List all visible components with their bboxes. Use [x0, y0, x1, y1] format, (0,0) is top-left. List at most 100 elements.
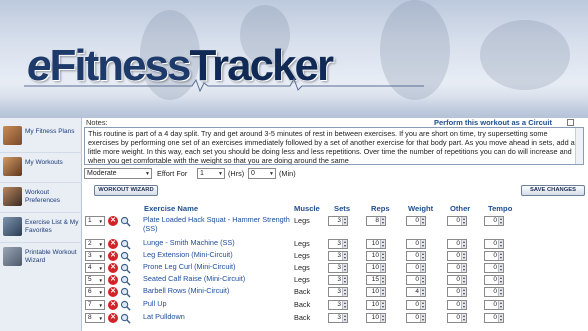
tempo-stepper[interactable]: 0 ▲ ▼: [484, 263, 504, 273]
magnifier-icon[interactable]: [120, 287, 131, 298]
other-stepper[interactable]: 0 ▲ ▼: [447, 263, 467, 273]
notes-scrollbar[interactable]: [575, 128, 583, 164]
other-stepper[interactable]: 0 ▲ ▼: [447, 300, 467, 310]
weight-stepper[interactable]: 0 ▲ ▼: [406, 251, 426, 261]
order-select[interactable]: 4 ▼: [85, 263, 105, 273]
notes-textarea[interactable]: This routine is part of a 4 day split. T…: [84, 127, 584, 165]
hours-select[interactable]: 1 ▼: [197, 168, 225, 179]
spinner-arrows-icon[interactable]: ▲ ▼: [420, 276, 425, 284]
exercise-name-link[interactable]: Prone Leg Curl (Mini-Circuit): [143, 262, 293, 272]
reps-stepper[interactable]: 10 ▲ ▼: [366, 263, 386, 273]
spinner-arrows-icon[interactable]: ▲ ▼: [342, 314, 347, 322]
spinner-arrows-icon[interactable]: ▲ ▼: [461, 264, 466, 272]
sets-stepper[interactable]: 3 ▲ ▼: [328, 287, 348, 297]
spinner-arrows-icon[interactable]: ▲ ▼: [461, 314, 466, 322]
tempo-stepper[interactable]: 0 ▲ ▼: [484, 251, 504, 261]
reps-stepper[interactable]: 10 ▲ ▼: [366, 287, 386, 297]
reps-stepper[interactable]: 10 ▲ ▼: [366, 251, 386, 261]
spinner-arrows-icon[interactable]: ▲ ▼: [342, 240, 347, 248]
spinner-arrows-icon[interactable]: ▲ ▼: [420, 314, 425, 322]
spinner-arrows-icon[interactable]: ▲ ▼: [420, 288, 425, 296]
spinner-arrows-icon[interactable]: ▲ ▼: [380, 276, 385, 284]
reps-stepper[interactable]: 10 ▲ ▼: [366, 239, 386, 249]
spinner-arrows-icon[interactable]: ▲ ▼: [342, 264, 347, 272]
delete-icon[interactable]: ✕: [108, 275, 118, 285]
reps-stepper[interactable]: 10 ▲ ▼: [366, 300, 386, 310]
spinner-arrows-icon[interactable]: ▲ ▼: [380, 301, 385, 309]
spinner-arrows-icon[interactable]: ▲ ▼: [461, 217, 466, 225]
sidebar-item-printable-wizard[interactable]: Printable Workout Wizard: [0, 242, 82, 272]
spinner-arrows-icon[interactable]: ▲ ▼: [342, 217, 347, 225]
delete-icon[interactable]: ✕: [108, 216, 118, 226]
weight-stepper[interactable]: 0 ▲ ▼: [406, 263, 426, 273]
weight-stepper[interactable]: 4 ▲ ▼: [406, 287, 426, 297]
spinner-arrows-icon[interactable]: ▲ ▼: [498, 288, 503, 296]
spinner-arrows-icon[interactable]: ▲ ▼: [420, 252, 425, 260]
weight-stepper[interactable]: 0 ▲ ▼: [406, 216, 426, 226]
spinner-arrows-icon[interactable]: ▲ ▼: [498, 264, 503, 272]
exercise-name-link[interactable]: Lat Pulldown: [143, 312, 293, 322]
sets-stepper[interactable]: 3 ▲ ▼: [328, 239, 348, 249]
other-stepper[interactable]: 0 ▲ ▼: [447, 287, 467, 297]
reps-stepper[interactable]: 15 ▲ ▼: [366, 275, 386, 285]
sets-stepper[interactable]: 3 ▲ ▼: [328, 300, 348, 310]
exercise-name-link[interactable]: Seated Calf Raise (Mini-Circuit): [143, 274, 293, 284]
weight-stepper[interactable]: 0 ▲ ▼: [406, 313, 426, 323]
spinner-arrows-icon[interactable]: ▲ ▼: [461, 252, 466, 260]
delete-icon[interactable]: ✕: [108, 313, 118, 323]
spinner-arrows-icon[interactable]: ▲ ▼: [342, 252, 347, 260]
weight-stepper[interactable]: 0 ▲ ▼: [406, 275, 426, 285]
reps-stepper[interactable]: 8 ▲ ▼: [366, 216, 386, 226]
sets-stepper[interactable]: 3 ▲ ▼: [328, 313, 348, 323]
order-select[interactable]: 3 ▼: [85, 251, 105, 261]
spinner-arrows-icon[interactable]: ▲ ▼: [498, 240, 503, 248]
delete-icon[interactable]: ✕: [108, 251, 118, 261]
tempo-stepper[interactable]: 0 ▲ ▼: [484, 300, 504, 310]
order-select[interactable]: 7 ▼: [85, 300, 105, 310]
sets-stepper[interactable]: 3 ▲ ▼: [328, 216, 348, 226]
other-stepper[interactable]: 0 ▲ ▼: [447, 251, 467, 261]
other-stepper[interactable]: 0 ▲ ▼: [447, 313, 467, 323]
spinner-arrows-icon[interactable]: ▲ ▼: [498, 276, 503, 284]
exercise-name-link[interactable]: Plate Loaded Hack Squat - Hammer Strengt…: [143, 215, 293, 233]
magnifier-icon[interactable]: [120, 263, 131, 274]
tempo-stepper[interactable]: 0 ▲ ▼: [484, 313, 504, 323]
weight-stepper[interactable]: 0 ▲ ▼: [406, 239, 426, 249]
sets-stepper[interactable]: 3 ▲ ▼: [328, 275, 348, 285]
exercise-name-link[interactable]: Barbell Rows (Mini-Circuit): [143, 286, 293, 296]
sets-stepper[interactable]: 3 ▲ ▼: [328, 263, 348, 273]
exercise-name-link[interactable]: Leg Extension (Mini-Circuit): [143, 250, 293, 260]
sidebar-item-fitness-plans[interactable]: My Fitness Plans: [0, 122, 82, 152]
tempo-stepper[interactable]: 0 ▲ ▼: [484, 275, 504, 285]
delete-icon[interactable]: ✕: [108, 287, 118, 297]
magnifier-icon[interactable]: [120, 300, 131, 311]
other-stepper[interactable]: 0 ▲ ▼: [447, 275, 467, 285]
spinner-arrows-icon[interactable]: ▲ ▼: [380, 288, 385, 296]
spinner-arrows-icon[interactable]: ▲ ▼: [342, 288, 347, 296]
tempo-stepper[interactable]: 0 ▲ ▼: [484, 239, 504, 249]
magnifier-icon[interactable]: [120, 275, 131, 286]
sidebar-item-workout-preferences[interactable]: Workout Preferences: [0, 182, 82, 212]
sidebar-item-exercise-list[interactable]: Exercise List & My Favorites: [0, 212, 82, 242]
sidebar-item-workouts[interactable]: My Workouts: [0, 152, 82, 182]
order-select[interactable]: 1 ▼: [85, 216, 105, 226]
spinner-arrows-icon[interactable]: ▲ ▼: [342, 276, 347, 284]
exercise-name-link[interactable]: Lunge - Smith Machine (SS): [143, 238, 293, 248]
spinner-arrows-icon[interactable]: ▲ ▼: [380, 314, 385, 322]
spinner-arrows-icon[interactable]: ▲ ▼: [380, 240, 385, 248]
spinner-arrows-icon[interactable]: ▲ ▼: [420, 217, 425, 225]
weight-stepper[interactable]: 0 ▲ ▼: [406, 300, 426, 310]
spinner-arrows-icon[interactable]: ▲ ▼: [420, 264, 425, 272]
tempo-stepper[interactable]: 0 ▲ ▼: [484, 287, 504, 297]
spinner-arrows-icon[interactable]: ▲ ▼: [461, 240, 466, 248]
intensity-select[interactable]: Moderate ▼: [84, 168, 152, 179]
order-select[interactable]: 2 ▼: [85, 239, 105, 249]
spinner-arrows-icon[interactable]: ▲ ▼: [498, 217, 503, 225]
other-stepper[interactable]: 0 ▲ ▼: [447, 216, 467, 226]
spinner-arrows-icon[interactable]: ▲ ▼: [380, 252, 385, 260]
magnifier-icon[interactable]: [120, 216, 131, 227]
delete-icon[interactable]: ✕: [108, 239, 118, 249]
delete-icon[interactable]: ✕: [108, 300, 118, 310]
magnifier-icon[interactable]: [120, 313, 131, 324]
spinner-arrows-icon[interactable]: ▲ ▼: [420, 240, 425, 248]
